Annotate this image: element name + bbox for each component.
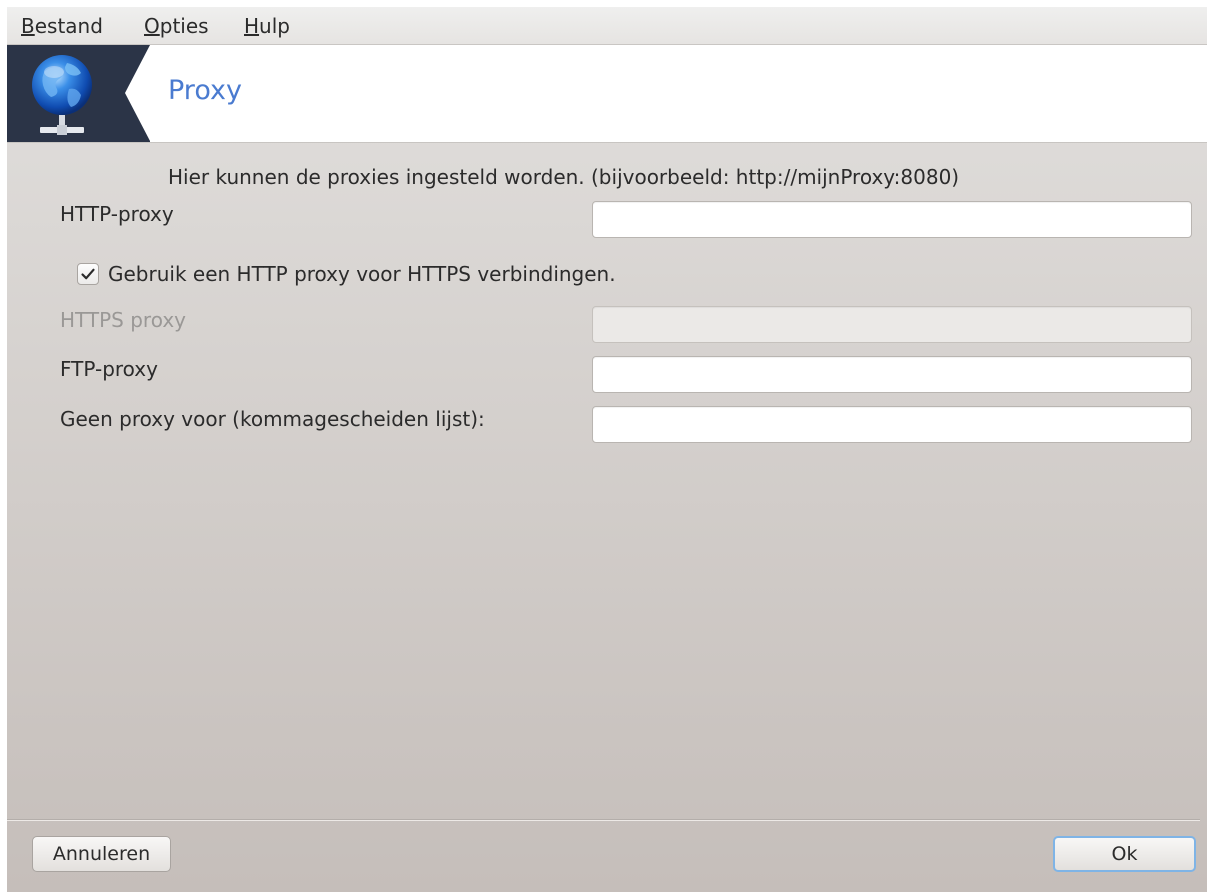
description-text: Hier kunnen de proxies ingesteld worden.… — [168, 165, 960, 189]
menu-opties-mnemonic: O — [144, 14, 160, 38]
page-title: Proxy — [168, 75, 242, 106]
menu-hulp-mnemonic: H — [244, 14, 260, 38]
ftp-proxy-input[interactable] — [592, 356, 1192, 393]
header-banner: Proxy — [7, 45, 1207, 143]
menu-hulp[interactable]: Hulp — [244, 14, 290, 38]
proxy-settings-window: Bestand Opties Hulp Proxy Hier kunnen de… — [7, 7, 1207, 892]
menu-opties[interactable]: Opties — [144, 14, 209, 38]
use-http-for-https-row[interactable]: Gebruik een HTTP proxy voor HTTPS verbin… — [77, 261, 616, 287]
https-proxy-label: HTTPS proxy — [60, 308, 187, 332]
menu-bestand[interactable]: Bestand — [21, 14, 103, 38]
no-proxy-label: Geen proxy voor (kommagescheiden lijst): — [60, 407, 485, 431]
https-proxy-input — [592, 306, 1192, 343]
menu-hulp-label: ulp — [259, 14, 290, 38]
menu-opties-label: pties — [159, 14, 209, 38]
http-proxy-input[interactable] — [592, 201, 1192, 238]
checkmark-icon — [81, 268, 95, 280]
ftp-proxy-label: FTP-proxy — [60, 357, 158, 381]
menu-bestand-mnemonic: B — [21, 14, 35, 38]
banner-arrow-notch — [125, 45, 150, 141]
menu-bar: Bestand Opties Hulp — [7, 7, 1207, 45]
use-http-for-https-checkbox[interactable] — [77, 263, 99, 285]
http-proxy-label: HTTP-proxy — [60, 202, 174, 226]
cancel-button[interactable]: Annuleren — [32, 836, 171, 872]
ok-button[interactable]: Ok — [1053, 836, 1196, 872]
no-proxy-input[interactable] — [592, 406, 1192, 443]
footer-separator — [7, 819, 1200, 821]
menu-bestand-label: estand — [34, 14, 103, 38]
use-http-for-https-label: Gebruik een HTTP proxy voor HTTPS verbin… — [108, 262, 616, 286]
